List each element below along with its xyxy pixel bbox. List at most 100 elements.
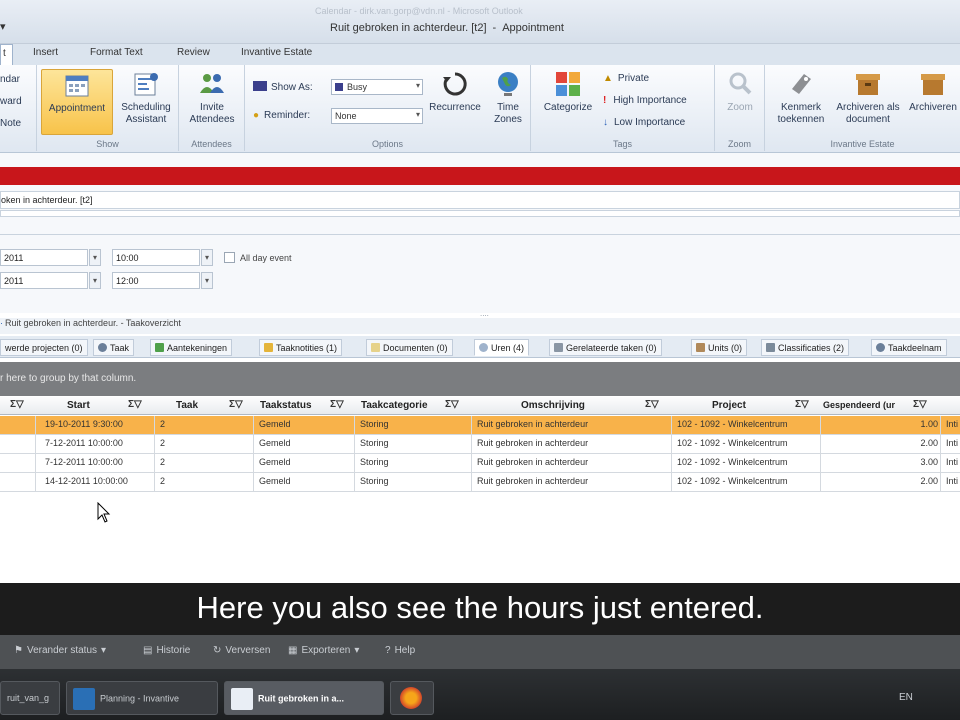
end-time-input[interactable]: 12:00 (112, 272, 200, 289)
taskbar-item-ruit-van-g[interactable]: ruit_van_g (0, 681, 60, 715)
tab-units[interactable]: Units (0) (691, 339, 748, 356)
tab-insert[interactable]: Insert (33, 47, 58, 58)
categorize-button[interactable]: Categorize (537, 69, 599, 114)
clock-icon (479, 343, 488, 352)
column-header-taakcategorie[interactable]: Taakcategorie (361, 400, 428, 411)
column-header-omschrijving[interactable]: Omschrijving (521, 400, 585, 411)
column-divider (940, 416, 941, 435)
end-date-input[interactable]: 2011 (0, 272, 88, 289)
table-cell-extra: Inti (946, 476, 959, 486)
end-time-dropdown-icon[interactable]: ▾ (201, 272, 213, 289)
quick-access-dropdown-icon[interactable]: ▾ (0, 20, 6, 33)
low-importance-button[interactable]: ↓ Low Importance (603, 117, 685, 128)
show-as-select[interactable]: Busy ▾ (331, 79, 423, 95)
kenmerk-toekennen-button[interactable]: Kenmerk toekennen (769, 69, 833, 126)
end-date-dropdown-icon[interactable]: ▾ (89, 272, 101, 289)
recurrence-label: Recurrence (429, 102, 481, 113)
taskbar-item-appointment[interactable]: Ruit gebroken in a... (224, 681, 384, 715)
column-header-gespendeerd[interactable]: Gespendeerd (ur (823, 400, 895, 410)
column-header-taakstatus[interactable]: Taakstatus (260, 400, 312, 411)
recurrence-button[interactable]: Recurrence (425, 69, 485, 114)
tab-invantive-estate[interactable]: Invantive Estate (241, 47, 312, 58)
calendar-button[interactable]: ndar (0, 74, 20, 85)
tab-taakdeelnemers[interactable]: Taakdeelnam (871, 339, 947, 356)
globe-icon (498, 72, 518, 96)
start-time-input[interactable]: 10:00 (112, 249, 200, 266)
column-divider (820, 416, 821, 435)
all-day-checkbox[interactable] (224, 252, 235, 263)
tab-documenten[interactable]: Documenten (0) (366, 339, 453, 356)
column-filter-icon[interactable]: Σ▽ (10, 399, 24, 410)
exporteren-button[interactable]: ▦ Exporteren ▾ (288, 645, 359, 656)
column-filter-icon[interactable]: Σ▽ (330, 399, 344, 410)
start-date-input[interactable]: 2011 (0, 249, 88, 266)
column-header-taak[interactable]: Taak (176, 400, 198, 411)
column-divider (820, 454, 821, 473)
taskbar: ruit_van_g Planning - Invantive Ruit geb… (0, 669, 960, 720)
column-filter-icon[interactable]: Σ▽ (645, 399, 659, 410)
archiveren-als-document-button[interactable]: Archiveren als document (833, 69, 903, 126)
column-divider (154, 435, 155, 454)
splitter-grip[interactable]: .... (480, 309, 489, 318)
language-indicator[interactable]: EN (899, 692, 913, 703)
start-time-dropdown-icon[interactable]: ▾ (201, 249, 213, 266)
column-filter-icon[interactable]: Σ▽ (913, 399, 927, 410)
column-filter-icon[interactable]: Σ▽ (445, 399, 459, 410)
tab-taaknotities[interactable]: Taaknotities (1) (259, 339, 343, 356)
column-filter-icon[interactable]: Σ▽ (128, 399, 142, 410)
tab-review[interactable]: Review (177, 47, 210, 58)
column-filter-icon[interactable]: Σ▽ (795, 399, 809, 410)
taskbar-item-firefox[interactable] (390, 681, 434, 715)
verander-status-button[interactable]: ⚑ Verander status ▾ (14, 645, 106, 656)
appointment-button[interactable]: Appointment (41, 69, 113, 135)
table-row[interactable]: 14-12-2011 10:00:00 2 Gemeld Storing Ruit ge… (0, 473, 960, 492)
high-importance-button[interactable]: ! High Importance (603, 95, 687, 106)
appointment-app-icon (231, 688, 253, 710)
column-filter-icon[interactable]: Σ▽ (229, 399, 243, 410)
people-icon (200, 74, 224, 93)
scheduling-assistant-button[interactable]: Scheduling Assistant (115, 69, 177, 126)
tab-gerelateerde-taken[interactable]: Gerelateerde taken (0) (549, 339, 662, 356)
help-button[interactable]: ? Help (385, 645, 415, 656)
column-header-project[interactable]: Project (712, 400, 746, 411)
tab-uren[interactable]: Uren (4) (474, 339, 530, 356)
table-row[interactable]: 7-12-2011 10:00:00 2 Gemeld Storing Ruit geb… (0, 435, 960, 454)
table-row[interactable]: 7-12-2011 10:00:00 2 Gemeld Storing Ruit geb… (0, 454, 960, 473)
tab-format-text[interactable]: Format Text (90, 47, 143, 58)
start-date-dropdown-icon[interactable]: ▾ (89, 249, 101, 266)
tab-classificaties[interactable]: Classificaties (2) (761, 339, 850, 356)
historie-button[interactable]: ▤ Historie (143, 645, 190, 656)
group-attendees: Invite Attendees Attendees (179, 65, 245, 151)
taskbar-item-planning[interactable]: Planning - Invantive (66, 681, 218, 715)
table-cell-uren: 1.00 (920, 419, 938, 429)
column-divider (354, 435, 355, 454)
tab-aantekeningen[interactable]: Aantekeningen (150, 339, 233, 356)
invite-attendees-button[interactable]: Invite Attendees (183, 69, 241, 126)
zoom-button[interactable]: Zoom (719, 69, 761, 114)
column-header-start[interactable]: Start (67, 400, 90, 411)
forward-button[interactable]: ward (0, 96, 22, 107)
private-button[interactable]: ▲ Private (603, 73, 649, 84)
column-divider (35, 435, 36, 454)
categorize-icon (556, 72, 580, 96)
table-cell-project: 102 - 1092 - Winkelcentrum (677, 476, 788, 486)
reminder-select[interactable]: None ▾ (331, 108, 423, 124)
tab-gerelateerde-projecten[interactable]: werde projecten (0) (0, 339, 88, 356)
tab-appointment[interactable]: t (0, 44, 13, 65)
table-row[interactable]: 19-10-2011 9:30:00 2 Gemeld Storing Ruit geb… (0, 416, 960, 435)
verversen-button[interactable]: ↻ Verversen (213, 645, 270, 656)
table-cell-status: Gemeld (259, 457, 291, 467)
group-by-hint[interactable]: r here to group by that column. (0, 362, 960, 396)
appointment-label: Appointment (48, 103, 106, 114)
archiveren-button[interactable]: Archiveren (905, 69, 960, 114)
tab-taak[interactable]: Taak (93, 339, 135, 356)
column-divider (671, 435, 672, 454)
archiveren-label: Archiveren (909, 102, 957, 113)
lock-icon: ▲ (603, 73, 613, 84)
subject-field[interactable]: oken in achterdeur. [t2] (0, 191, 960, 209)
archiveren-als-document-label: Archiveren als document (836, 102, 900, 125)
time-zones-button[interactable]: Time Zones (487, 69, 529, 126)
column-divider (471, 473, 472, 492)
onenote-button[interactable]: Note (0, 118, 21, 129)
location-field[interactable] (0, 210, 960, 217)
